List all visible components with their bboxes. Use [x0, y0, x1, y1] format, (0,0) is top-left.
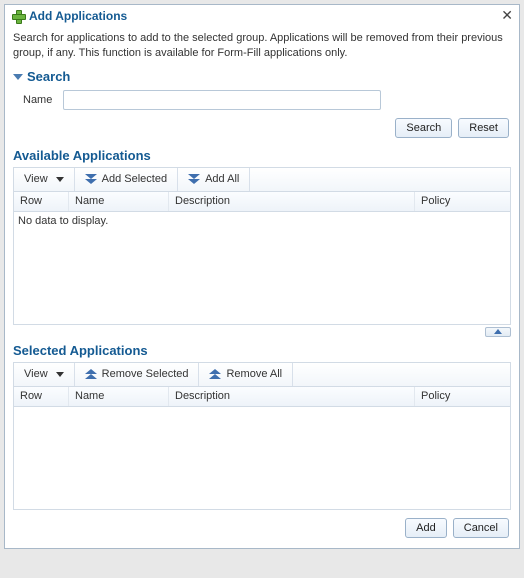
dialog-description: Search for applications to add to the se…: [13, 31, 511, 61]
chevron-down-icon: [56, 372, 64, 377]
view-label: View: [24, 173, 48, 185]
remove-selected-button[interactable]: Remove Selected: [75, 363, 200, 386]
available-grid: Row Name Description Policy No data to d…: [13, 191, 511, 325]
col-row[interactable]: Row: [14, 387, 69, 406]
selected-heading: Selected Applications: [13, 343, 511, 358]
search-heading-label: Search: [27, 69, 70, 84]
dialog-header: Add Applications ✕: [5, 4, 519, 25]
search-button-row: Search Reset: [13, 118, 509, 138]
plus-icon: [11, 9, 25, 23]
double-chevron-down-icon: [85, 174, 97, 184]
search-name-row: Name: [23, 90, 511, 110]
double-chevron-down-icon: [188, 174, 200, 184]
col-row[interactable]: Row: [14, 192, 69, 211]
double-chevron-up-icon: [85, 369, 97, 379]
close-icon[interactable]: ✕: [501, 8, 513, 22]
selected-view-menu[interactable]: View: [14, 363, 75, 386]
add-button[interactable]: Add: [405, 518, 447, 538]
add-all-label: Add All: [205, 173, 239, 185]
disclosure-icon: [13, 74, 23, 80]
search-heading[interactable]: Search: [13, 69, 511, 84]
available-view-menu[interactable]: View: [14, 168, 75, 191]
name-input[interactable]: [63, 90, 381, 110]
dialog-title: Add Applications: [29, 9, 127, 23]
add-all-button[interactable]: Add All: [178, 168, 250, 191]
available-grid-header: Row Name Description Policy: [14, 192, 510, 212]
dialog-footer: Add Cancel: [13, 516, 511, 540]
empty-text: No data to display.: [18, 215, 108, 227]
reset-button[interactable]: Reset: [458, 118, 509, 138]
col-name[interactable]: Name: [69, 192, 169, 211]
remove-all-button[interactable]: Remove All: [199, 363, 293, 386]
selected-panel: View Remove Selected Remove All Row Name…: [13, 362, 511, 510]
split-resizer: [13, 327, 511, 337]
collapse-up-handle[interactable]: [485, 327, 511, 337]
view-label: View: [24, 368, 48, 380]
selected-grid-header: Row Name Description Policy: [14, 387, 510, 407]
search-button[interactable]: Search: [395, 118, 452, 138]
remove-selected-label: Remove Selected: [102, 368, 189, 380]
col-description[interactable]: Description: [169, 387, 415, 406]
double-chevron-up-icon: [209, 369, 221, 379]
col-policy[interactable]: Policy: [415, 192, 510, 211]
available-panel: View Add Selected Add All Row Name Descr…: [13, 167, 511, 325]
chevron-down-icon: [56, 177, 64, 182]
selected-grid: Row Name Description Policy: [13, 386, 511, 510]
available-grid-body: No data to display.: [14, 212, 510, 324]
cancel-button[interactable]: Cancel: [453, 518, 509, 538]
add-selected-button[interactable]: Add Selected: [75, 168, 178, 191]
name-label: Name: [23, 94, 63, 106]
add-applications-dialog: Add Applications ✕ Search for applicatio…: [4, 4, 520, 549]
remove-all-label: Remove All: [226, 368, 282, 380]
available-heading: Available Applications: [13, 148, 511, 163]
dialog-body: Search for applications to add to the se…: [5, 25, 519, 548]
selected-grid-body: [14, 407, 510, 509]
add-selected-label: Add Selected: [102, 173, 167, 185]
available-heading-label: Available Applications: [13, 148, 151, 163]
selected-heading-label: Selected Applications: [13, 343, 148, 358]
col-description[interactable]: Description: [169, 192, 415, 211]
available-toolbar: View Add Selected Add All: [13, 167, 511, 191]
col-name[interactable]: Name: [69, 387, 169, 406]
col-policy[interactable]: Policy: [415, 387, 510, 406]
selected-toolbar: View Remove Selected Remove All: [13, 362, 511, 386]
